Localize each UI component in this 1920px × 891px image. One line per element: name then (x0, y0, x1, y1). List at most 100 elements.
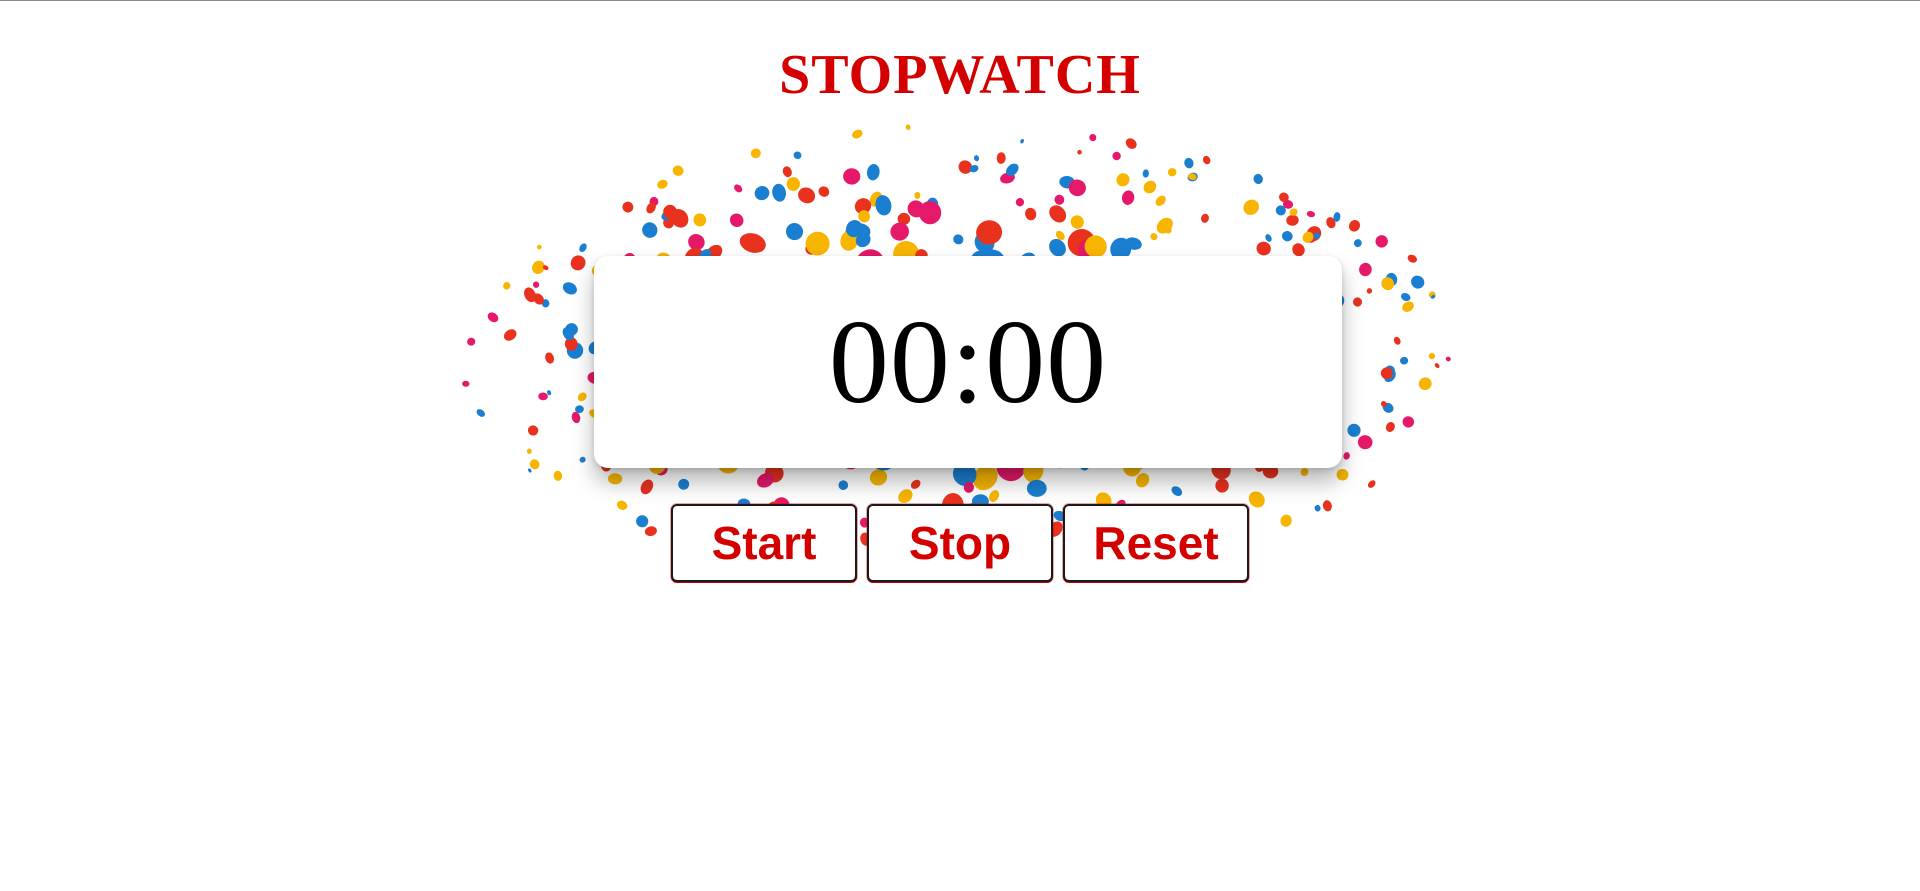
confetti-dot (1445, 356, 1451, 362)
confetti-dot (1155, 195, 1166, 206)
confetti-dot (1025, 207, 1037, 221)
confetti-dot (553, 470, 563, 481)
confetti-dot (1184, 157, 1194, 169)
confetti-dot (1357, 435, 1373, 450)
confetti-dot (1116, 173, 1130, 187)
confetti-dot (1049, 205, 1067, 223)
confetti-dot (1428, 352, 1436, 360)
confetti-dot (577, 392, 587, 402)
confetti-dot (843, 168, 861, 185)
confetti-dot (1385, 422, 1395, 432)
confetti-dot (1286, 214, 1299, 226)
confetti-dot (1359, 262, 1372, 277)
confetti-dot (1400, 356, 1409, 365)
confetti-dot (476, 409, 486, 417)
confetti-dot (739, 233, 766, 253)
confetti-dot (953, 234, 964, 245)
confetti-dot (526, 448, 532, 454)
confetti-dot (640, 479, 654, 495)
confetti-dot (1300, 468, 1309, 477)
confetti-dot (1015, 198, 1025, 207)
start-button[interactable]: Start (671, 504, 857, 582)
confetti-dot (528, 468, 532, 473)
confetti-dot (672, 165, 684, 176)
confetti-dot (1366, 288, 1373, 294)
confetti-dot (798, 187, 816, 204)
confetti-dot (693, 213, 707, 227)
confetti-dot (622, 201, 634, 213)
confetti-dot (1256, 241, 1271, 256)
confetti-dot (1253, 173, 1263, 185)
confetti-dot (1402, 416, 1415, 428)
confetti-dot (754, 186, 770, 201)
confetti-dot (562, 282, 577, 295)
confetti-dot (1054, 194, 1065, 205)
confetti-dot (532, 281, 540, 288)
confetti-dot (1125, 138, 1137, 149)
confetti-dot (729, 213, 744, 227)
confetti-dot (890, 222, 909, 241)
confetti-dot (818, 186, 830, 197)
confetti-dot (1121, 190, 1135, 205)
confetti-dot (462, 380, 470, 387)
timer-display: 00:00 (594, 256, 1342, 468)
confetti-dot (786, 177, 800, 191)
confetti-dot (1281, 231, 1293, 242)
confetti-dot (527, 425, 539, 436)
confetti-dot (678, 478, 690, 490)
confetti-dot (1348, 220, 1361, 232)
confetti-dot (1201, 213, 1209, 223)
controls-bar: Start Stop Reset (0, 504, 1920, 582)
confetti-dot (487, 312, 499, 323)
confetti-dot (570, 255, 586, 271)
confetti-dot (1402, 301, 1414, 312)
confetti-dot (914, 191, 921, 199)
confetti-dot (1026, 479, 1047, 497)
confetti-dot (1077, 149, 1082, 155)
confetti-dot (1143, 180, 1157, 194)
confetti-dot (1156, 217, 1173, 234)
confetti-dot (910, 479, 921, 489)
confetti-dot (607, 473, 623, 485)
confetti-dot (898, 489, 913, 503)
confetti-dot (973, 155, 980, 162)
confetti-dot (1393, 336, 1401, 345)
confetti-dot (1400, 292, 1411, 302)
confetti-dot (1265, 234, 1272, 242)
confetti-dot (545, 352, 555, 364)
confetti-dot (838, 480, 849, 491)
confetti-dot (1375, 235, 1388, 248)
confetti-dot (782, 166, 792, 178)
confetti-dot (1215, 478, 1229, 493)
confetti-dot (1347, 423, 1361, 437)
confetti-dot (1167, 168, 1177, 177)
reset-button[interactable]: Reset (1063, 504, 1249, 582)
confetti-dot (1336, 468, 1349, 481)
confetti-dot (1112, 151, 1121, 161)
confetti-dot (785, 223, 804, 241)
confetti-dot (579, 243, 587, 253)
confetti-dot (1407, 254, 1417, 263)
elapsed-time: 00:00 (828, 295, 1108, 428)
confetti-dot (579, 456, 586, 463)
confetti-dot (772, 183, 786, 202)
confetti-dot (1020, 138, 1024, 144)
confetti-dot (852, 129, 863, 139)
confetti-dot (1150, 233, 1158, 241)
confetti-dot (503, 282, 511, 290)
confetti-dot (866, 164, 880, 181)
confetti-dot (1202, 155, 1211, 165)
confetti-dot (1142, 169, 1149, 178)
confetti-dot (657, 179, 668, 189)
confetti-dot (537, 244, 542, 250)
confetti-dot (1411, 275, 1425, 289)
confetti-dot (1243, 199, 1259, 215)
stop-button[interactable]: Stop (867, 504, 1053, 582)
confetti-dot (1434, 363, 1440, 369)
confetti-dot (1367, 480, 1376, 488)
confetti-dot (1089, 134, 1097, 142)
confetti-dot (793, 151, 802, 160)
confetti-dot (750, 148, 761, 159)
confetti-dot (538, 392, 548, 401)
confetti-dot (1353, 239, 1362, 248)
